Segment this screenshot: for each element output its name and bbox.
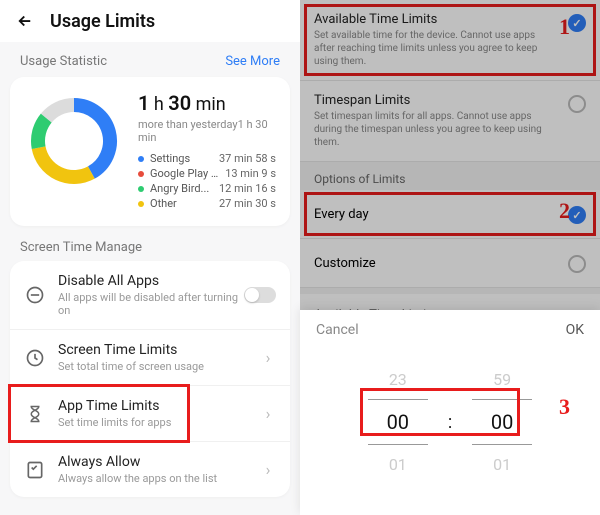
legend: Settings37 min 58 s Google Play ...13 min… (138, 152, 276, 210)
radio-unchecked-icon[interactable] (568, 95, 586, 113)
clock-icon (24, 347, 46, 369)
left-pane: Usage Limits Usage Statistic See More 1 … (0, 0, 300, 515)
manage-section-title: Screen Time Manage (0, 240, 300, 261)
options-of-limits-header: Options of Limits (300, 162, 600, 190)
time-picker: Cancel OK 23 00 01 : 59 00 01 3 (300, 310, 600, 515)
total-time: 1 h 30 min (138, 91, 276, 115)
ok-button[interactable]: OK (566, 322, 584, 338)
time-separator: : (448, 412, 452, 433)
radio-checked-icon[interactable] (568, 14, 586, 32)
minute-wheel[interactable]: 59 00 01 (472, 360, 532, 484)
disable-all-apps[interactable]: Disable All Apps All apps will be disabl… (10, 261, 290, 330)
legend-row: Settings37 min 58 s (138, 152, 276, 165)
annotation-3: 3 (559, 394, 570, 420)
chevron-right-icon: › (260, 350, 276, 366)
header: Usage Limits (0, 0, 300, 42)
legend-row: Angry Bird...12 min 16 s (138, 182, 276, 195)
annotation-1: 1 (559, 14, 570, 40)
see-more-link[interactable]: See More (225, 54, 280, 69)
comparison-text: more than yesterday1 h 30 min (138, 118, 276, 144)
available-time-limits-option[interactable]: Available Time Limits Set available time… (300, 0, 600, 81)
donut-chart (24, 91, 124, 191)
legend-row: Other27 min 30 s (138, 197, 276, 210)
right-pane: Available Time Limits Set available time… (300, 0, 600, 515)
always-allow[interactable]: Always Allow Always allow the apps on th… (10, 442, 290, 497)
disable-toggle[interactable] (244, 287, 276, 303)
hourglass-icon (24, 403, 46, 425)
app-time-limits[interactable]: App Time Limits Set time limits for apps… (10, 386, 290, 442)
timespan-limits-option[interactable]: Timespan Limits Set timespan limits for … (300, 81, 600, 162)
radio-unchecked-icon[interactable] (568, 255, 586, 273)
usage-section-header: Usage Statistic See More (0, 42, 300, 77)
annotation-2: 2 (559, 198, 570, 224)
cancel-button[interactable]: Cancel (316, 322, 359, 338)
disable-icon (24, 284, 46, 306)
hour-wheel[interactable]: 23 00 01 (368, 360, 428, 484)
usage-card: 1 h 30 min more than yesterday1 h 30 min… (10, 77, 290, 226)
usage-section-title: Usage Statistic (20, 54, 107, 69)
radio-checked-icon[interactable] (568, 206, 586, 224)
chevron-right-icon: › (260, 462, 276, 478)
legend-row: Google Play ...13 min 9 s (138, 167, 276, 180)
back-icon[interactable] (14, 10, 36, 32)
chevron-right-icon: › (260, 406, 276, 422)
checklist-icon (24, 459, 46, 481)
every-day-option[interactable]: Every day 2 (300, 190, 600, 239)
customize-option[interactable]: Customize (300, 239, 600, 288)
screen-time-limits[interactable]: Screen Time Limits Set total time of scr… (10, 330, 290, 386)
page-title: Usage Limits (50, 11, 155, 32)
manage-card: Disable All Apps All apps will be disabl… (10, 261, 290, 497)
